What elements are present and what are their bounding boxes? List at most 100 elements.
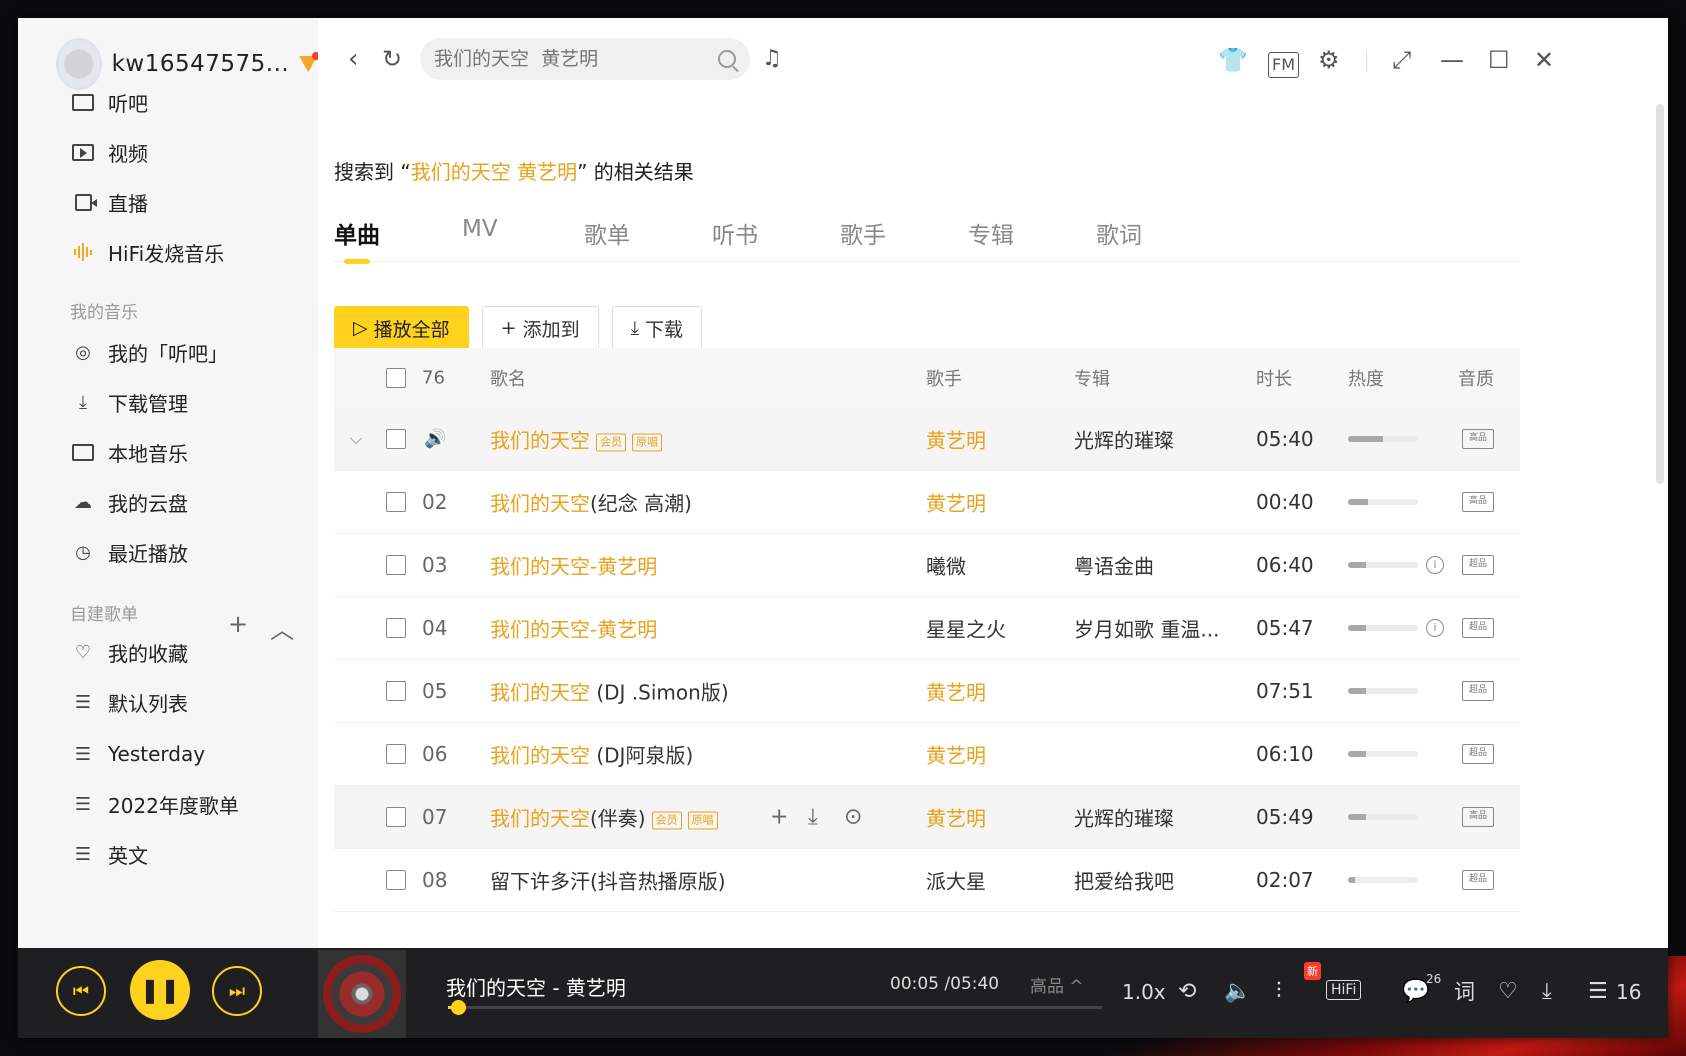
- table-row[interactable]: ⌵ 🔊 我们的天空 会员 原唱 黄艺明 光辉的璀璨 05:40 高品: [334, 408, 1520, 471]
- previous-track-button[interactable]: ⏮: [56, 966, 106, 1016]
- row-checkbox[interactable]: [386, 870, 406, 890]
- skin-shirt-icon[interactable]: 👕: [1218, 48, 1248, 72]
- row-checkbox[interactable]: [386, 681, 406, 701]
- playback-speed[interactable]: 1.0x: [1122, 980, 1166, 1004]
- song-artist[interactable]: 星星之火: [926, 614, 1006, 643]
- tab-albums[interactable]: 专辑: [968, 216, 1014, 250]
- repeat-mode-icon[interactable]: ⟲: [1178, 980, 1196, 1004]
- song-title[interactable]: 我们的天空(伴奏) 会员 原唱: [490, 803, 718, 832]
- song-artist[interactable]: 曦微: [926, 551, 966, 580]
- song-artist[interactable]: 派大星: [926, 866, 986, 895]
- equalizer-icon[interactable]: ⫶: [1276, 980, 1282, 1004]
- avatar[interactable]: [56, 38, 102, 90]
- now-playing-title[interactable]: 我们的天空 - 黄艺明: [446, 972, 626, 1001]
- quality-icon[interactable]: 超品: [1462, 870, 1494, 890]
- album-cover[interactable]: [318, 950, 406, 1038]
- add-to-button[interactable]: + 添加到: [481, 306, 599, 350]
- table-row[interactable]: 02 我们的天空(纪念 高潮) 黄艺明 00:40 高品: [334, 471, 1520, 534]
- column-title[interactable]: 歌名: [490, 365, 526, 391]
- song-artist[interactable]: 黄艺明: [926, 803, 986, 832]
- tab-mv[interactable]: MV: [462, 216, 498, 242]
- scrollbar[interactable]: [1656, 104, 1666, 484]
- search-box[interactable]: [420, 38, 750, 80]
- queue-count[interactable]: 16: [1616, 980, 1641, 1004]
- progress-bar[interactable]: [448, 1000, 1102, 1015]
- expand-chevron-icon[interactable]: ⌵: [350, 429, 362, 449]
- info-icon[interactable]: i: [1426, 619, 1444, 637]
- hifi-button[interactable]: HiFi: [1326, 980, 1362, 1000]
- mini-mode-icon[interactable]: ⤢: [1392, 48, 1411, 72]
- info-icon[interactable]: i: [1426, 556, 1444, 574]
- sidebar-item-video[interactable]: 视频: [70, 132, 148, 172]
- song-artist[interactable]: 黄艺明: [926, 425, 986, 454]
- song-title[interactable]: 我们的天空 (DJ阿泉版): [490, 740, 693, 769]
- quality-icon[interactable]: 高品: [1462, 807, 1494, 827]
- sidebar-item-live[interactable]: 直播: [70, 182, 148, 222]
- song-album[interactable]: 粤语金曲: [1074, 551, 1154, 580]
- sidebar-item-local-music[interactable]: 本地音乐: [70, 432, 188, 472]
- song-artist[interactable]: 黄艺明: [926, 740, 986, 769]
- search-input[interactable]: [434, 48, 718, 70]
- song-album[interactable]: 岁月如歌 重温...: [1074, 614, 1219, 643]
- tab-lyrics[interactable]: 歌词: [1096, 216, 1142, 250]
- sidebar-item-hifi[interactable]: HiFi发烧音乐: [70, 232, 224, 272]
- row-checkbox[interactable]: [386, 744, 406, 764]
- table-row[interactable]: 04 我们的天空-黄艺明 星星之火 岁月如歌 重温... 05:47 i 超品: [334, 597, 1520, 660]
- column-heat[interactable]: 热度: [1348, 365, 1384, 391]
- tab-artists[interactable]: 歌手: [840, 216, 886, 250]
- quality-icon[interactable]: 高品: [1462, 492, 1494, 512]
- song-title[interactable]: 我们的天空-黄艺明: [490, 614, 657, 643]
- song-title[interactable]: 留下许多汗(抖音热播原版): [490, 866, 726, 895]
- tab-songs[interactable]: 单曲: [334, 216, 380, 264]
- sidebar-item-yesterday[interactable]: ☰ Yesterday: [70, 734, 205, 774]
- sidebar-item-downloads[interactable]: ⤓ 下载管理: [70, 382, 188, 422]
- quality-icon[interactable]: 高品: [1462, 429, 1494, 449]
- music-recognition-icon[interactable]: ♫: [762, 46, 782, 72]
- play-all-button[interactable]: ▷ 播放全部: [334, 306, 469, 350]
- progress-knob[interactable]: [450, 1000, 466, 1015]
- song-artist[interactable]: 黄艺明: [926, 677, 986, 706]
- row-checkbox[interactable]: [386, 555, 406, 575]
- download-icon[interactable]: ⤓: [1542, 980, 1552, 1004]
- song-title[interactable]: 我们的天空-黄艺明: [490, 551, 657, 580]
- sidebar-item-english[interactable]: ☰ 英文: [70, 834, 148, 874]
- quality-icon[interactable]: 超品: [1462, 555, 1494, 575]
- select-all-checkbox[interactable]: [386, 368, 406, 388]
- sidebar-item-favorites[interactable]: ♡ 我的收藏: [70, 632, 188, 672]
- pause-button[interactable]: ❚❚: [130, 960, 190, 1020]
- song-title[interactable]: 我们的天空(纪念 高潮): [490, 488, 692, 517]
- row-checkbox[interactable]: [386, 429, 406, 449]
- refresh-icon[interactable]: ↻: [382, 46, 402, 72]
- song-album[interactable]: 光辉的璀璨: [1074, 425, 1174, 454]
- back-icon[interactable]: ‹: [348, 46, 358, 72]
- tab-playlists[interactable]: 歌单: [584, 216, 630, 250]
- quality-selector[interactable]: 高品 ^: [1030, 972, 1084, 997]
- volume-icon[interactable]: 🔈: [1224, 980, 1251, 1004]
- quality-icon[interactable]: 超品: [1462, 618, 1494, 638]
- sidebar-item-my-listen[interactable]: ◎ 我的「听吧」: [70, 332, 228, 372]
- column-quality[interactable]: 音质: [1458, 365, 1494, 391]
- favorite-heart-icon[interactable]: ♡: [1498, 980, 1518, 1004]
- download-button[interactable]: ⤓ 下载: [611, 306, 702, 350]
- table-row[interactable]: 03 我们的天空-黄艺明 曦微 粤语金曲 06:40 i 超品: [334, 534, 1520, 597]
- search-icon[interactable]: [718, 50, 736, 68]
- song-title[interactable]: 我们的天空 (DJ .Simon版): [490, 677, 729, 706]
- row-checkbox[interactable]: [386, 807, 406, 827]
- sidebar-item-2022[interactable]: ☰ 2022年度歌单: [70, 784, 239, 824]
- vip-diamond-icon[interactable]: [297, 52, 318, 74]
- collapse-chevron-icon[interactable]: ︿: [270, 610, 294, 645]
- table-row[interactable]: 06 我们的天空 (DJ阿泉版) 黄艺明 06:10 超品: [334, 723, 1520, 786]
- maximize-icon[interactable]: ☐: [1488, 48, 1510, 72]
- download-icon[interactable]: ⤓: [808, 805, 818, 830]
- sidebar-item-recent[interactable]: ◷ 最近播放: [70, 532, 188, 572]
- column-duration[interactable]: 时长: [1256, 365, 1292, 391]
- add-icon[interactable]: +: [770, 805, 788, 830]
- tab-audiobooks[interactable]: 听书: [712, 216, 758, 250]
- scrollbar-thumb[interactable]: [1656, 104, 1664, 484]
- fm-radio-icon[interactable]: FM: [1268, 52, 1300, 78]
- next-track-button[interactable]: ⏭: [212, 966, 262, 1016]
- sidebar-item-cloud[interactable]: ☁ 我的云盘: [70, 482, 188, 522]
- row-checkbox[interactable]: [386, 618, 406, 638]
- close-icon[interactable]: ✕: [1534, 48, 1554, 72]
- column-album[interactable]: 专辑: [1074, 365, 1110, 391]
